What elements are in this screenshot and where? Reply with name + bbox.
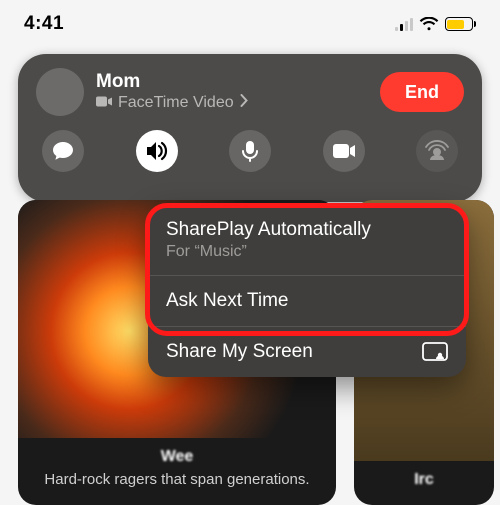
card-title: Wee: [32, 448, 322, 466]
facetime-call-panel: Mom FaceTime Video End: [18, 54, 482, 202]
mute-button[interactable]: [229, 130, 271, 172]
card-title: Irc: [368, 471, 480, 489]
menu-item-shareplay-auto[interactable]: SharePlay Automatically For “Music”: [148, 205, 466, 275]
caller-name: Mom: [96, 72, 368, 93]
menu-item-share-screen[interactable]: Share My Screen: [148, 326, 466, 377]
speaker-button[interactable]: [136, 130, 178, 172]
status-bar: 4:41: [0, 0, 500, 48]
video-icon: [96, 94, 112, 112]
menu-item-ask-next-time[interactable]: Ask Next Time: [148, 275, 466, 326]
menu-sublabel: For “Music”: [166, 243, 371, 261]
camera-button[interactable]: [323, 130, 365, 172]
avatar[interactable]: [36, 68, 84, 116]
menu-label: Share My Screen: [166, 341, 313, 363]
wifi-icon: [419, 17, 439, 31]
status-time: 4:41: [24, 13, 64, 35]
shareplay-button[interactable]: [416, 130, 458, 172]
menu-label: SharePlay Automatically: [166, 219, 371, 240]
call-info[interactable]: Mom FaceTime Video: [96, 72, 368, 113]
menu-label: Ask Next Time: [166, 290, 288, 312]
call-type-label: FaceTime Video: [118, 94, 234, 112]
call-subtitle: FaceTime Video: [96, 94, 368, 112]
status-indicators: [395, 17, 477, 31]
call-controls: [36, 130, 464, 172]
shareplay-menu: SharePlay Automatically For “Music” Ask …: [148, 205, 466, 377]
end-call-button[interactable]: End: [380, 72, 464, 112]
screen-share-icon: [422, 342, 448, 362]
card-subtitle: Hard-rock ragers that span generations.: [32, 470, 322, 490]
end-label: End: [405, 82, 439, 103]
messages-button[interactable]: [42, 130, 84, 172]
chevron-right-icon: [240, 94, 249, 112]
cell-signal-icon: [395, 17, 413, 31]
battery-icon: [445, 17, 477, 31]
